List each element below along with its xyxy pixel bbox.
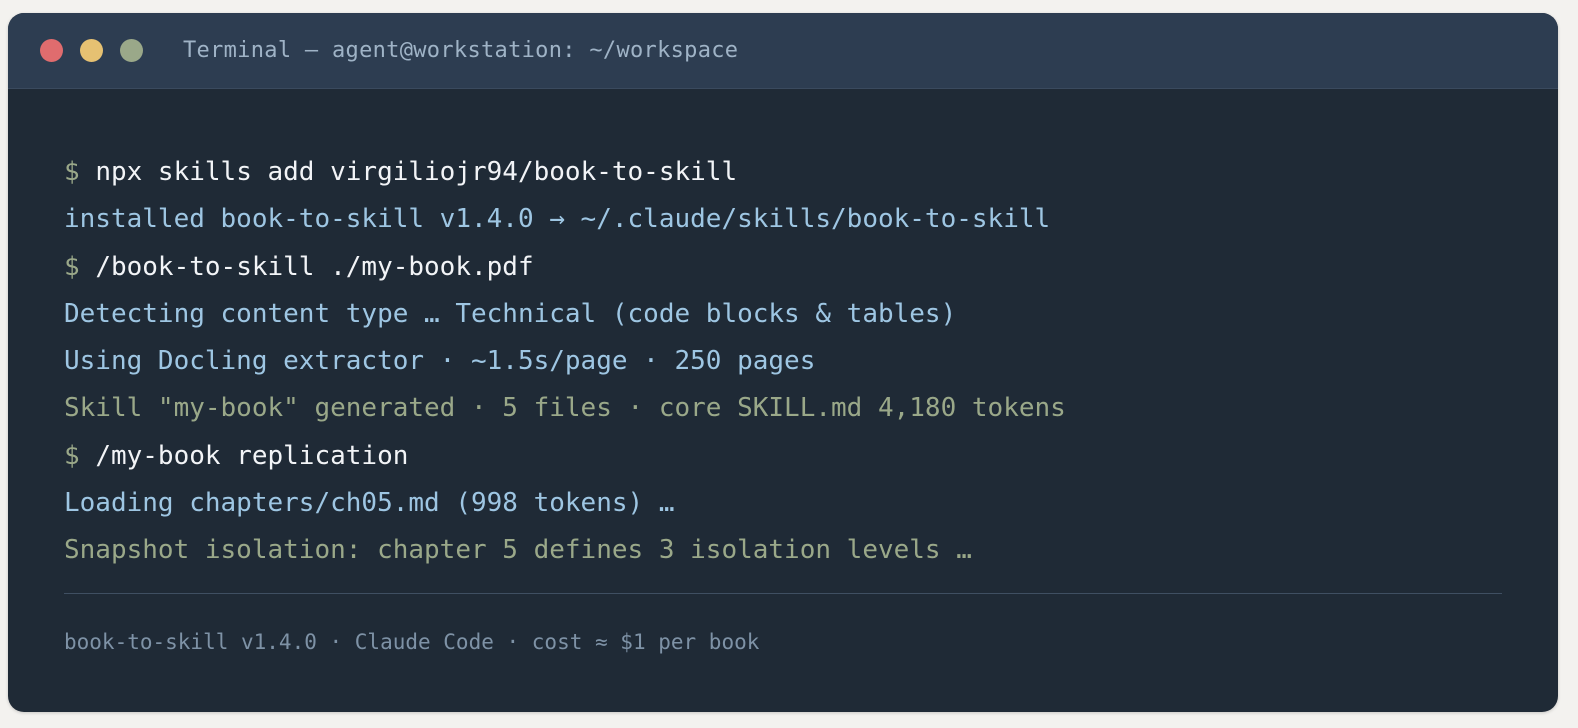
- close-button[interactable]: [40, 39, 63, 62]
- terminal-output[interactable]: $ npx skills add virgiliojr94/book-to-sk…: [64, 149, 1510, 575]
- prompt-symbol: $: [64, 251, 80, 282]
- output-line: Using Docling extractor · ~1.5s/page · 2…: [64, 346, 816, 377]
- output-line: Loading chapters/ch05.md (998 tokens) …: [64, 488, 675, 519]
- command-text: /book-to-skill ./my-book.pdf: [95, 251, 534, 282]
- success-line: Skill "my-book" generated · 5 files · co…: [64, 393, 1066, 424]
- prompt-symbol: $: [64, 440, 80, 471]
- command-text: /my-book replication: [95, 440, 409, 471]
- success-line: Snapshot isolation: chapter 5 defines 3 …: [64, 535, 972, 566]
- maximize-button[interactable]: [120, 39, 143, 62]
- command-line: $ /book-to-skill ./my-book.pdf: [64, 244, 1510, 291]
- command-line: $ /my-book replication: [64, 433, 1510, 480]
- footer-status: book-to-skill v1.4.0 · Claude Code · cos…: [64, 630, 760, 654]
- minimize-button[interactable]: [80, 39, 103, 62]
- window-title: Terminal — agent@workstation: ~/workspac…: [183, 38, 739, 63]
- output-line: installed book-to-skill v1.4.0 → ~/.clau…: [64, 204, 1051, 235]
- command-line: $ npx skills add virgiliojr94/book-to-sk…: [64, 149, 1510, 196]
- output-line: Detecting content type … Technical (code…: [64, 298, 957, 329]
- command-text: npx skills add virgiliojr94/book-to-skil…: [95, 157, 738, 187]
- terminal-window: Terminal — agent@workstation: ~/workspac…: [8, 13, 1558, 712]
- title-bar: Terminal — agent@workstation: ~/workspac…: [8, 13, 1558, 89]
- divider: [64, 593, 1502, 594]
- prompt-symbol: $: [64, 157, 80, 187]
